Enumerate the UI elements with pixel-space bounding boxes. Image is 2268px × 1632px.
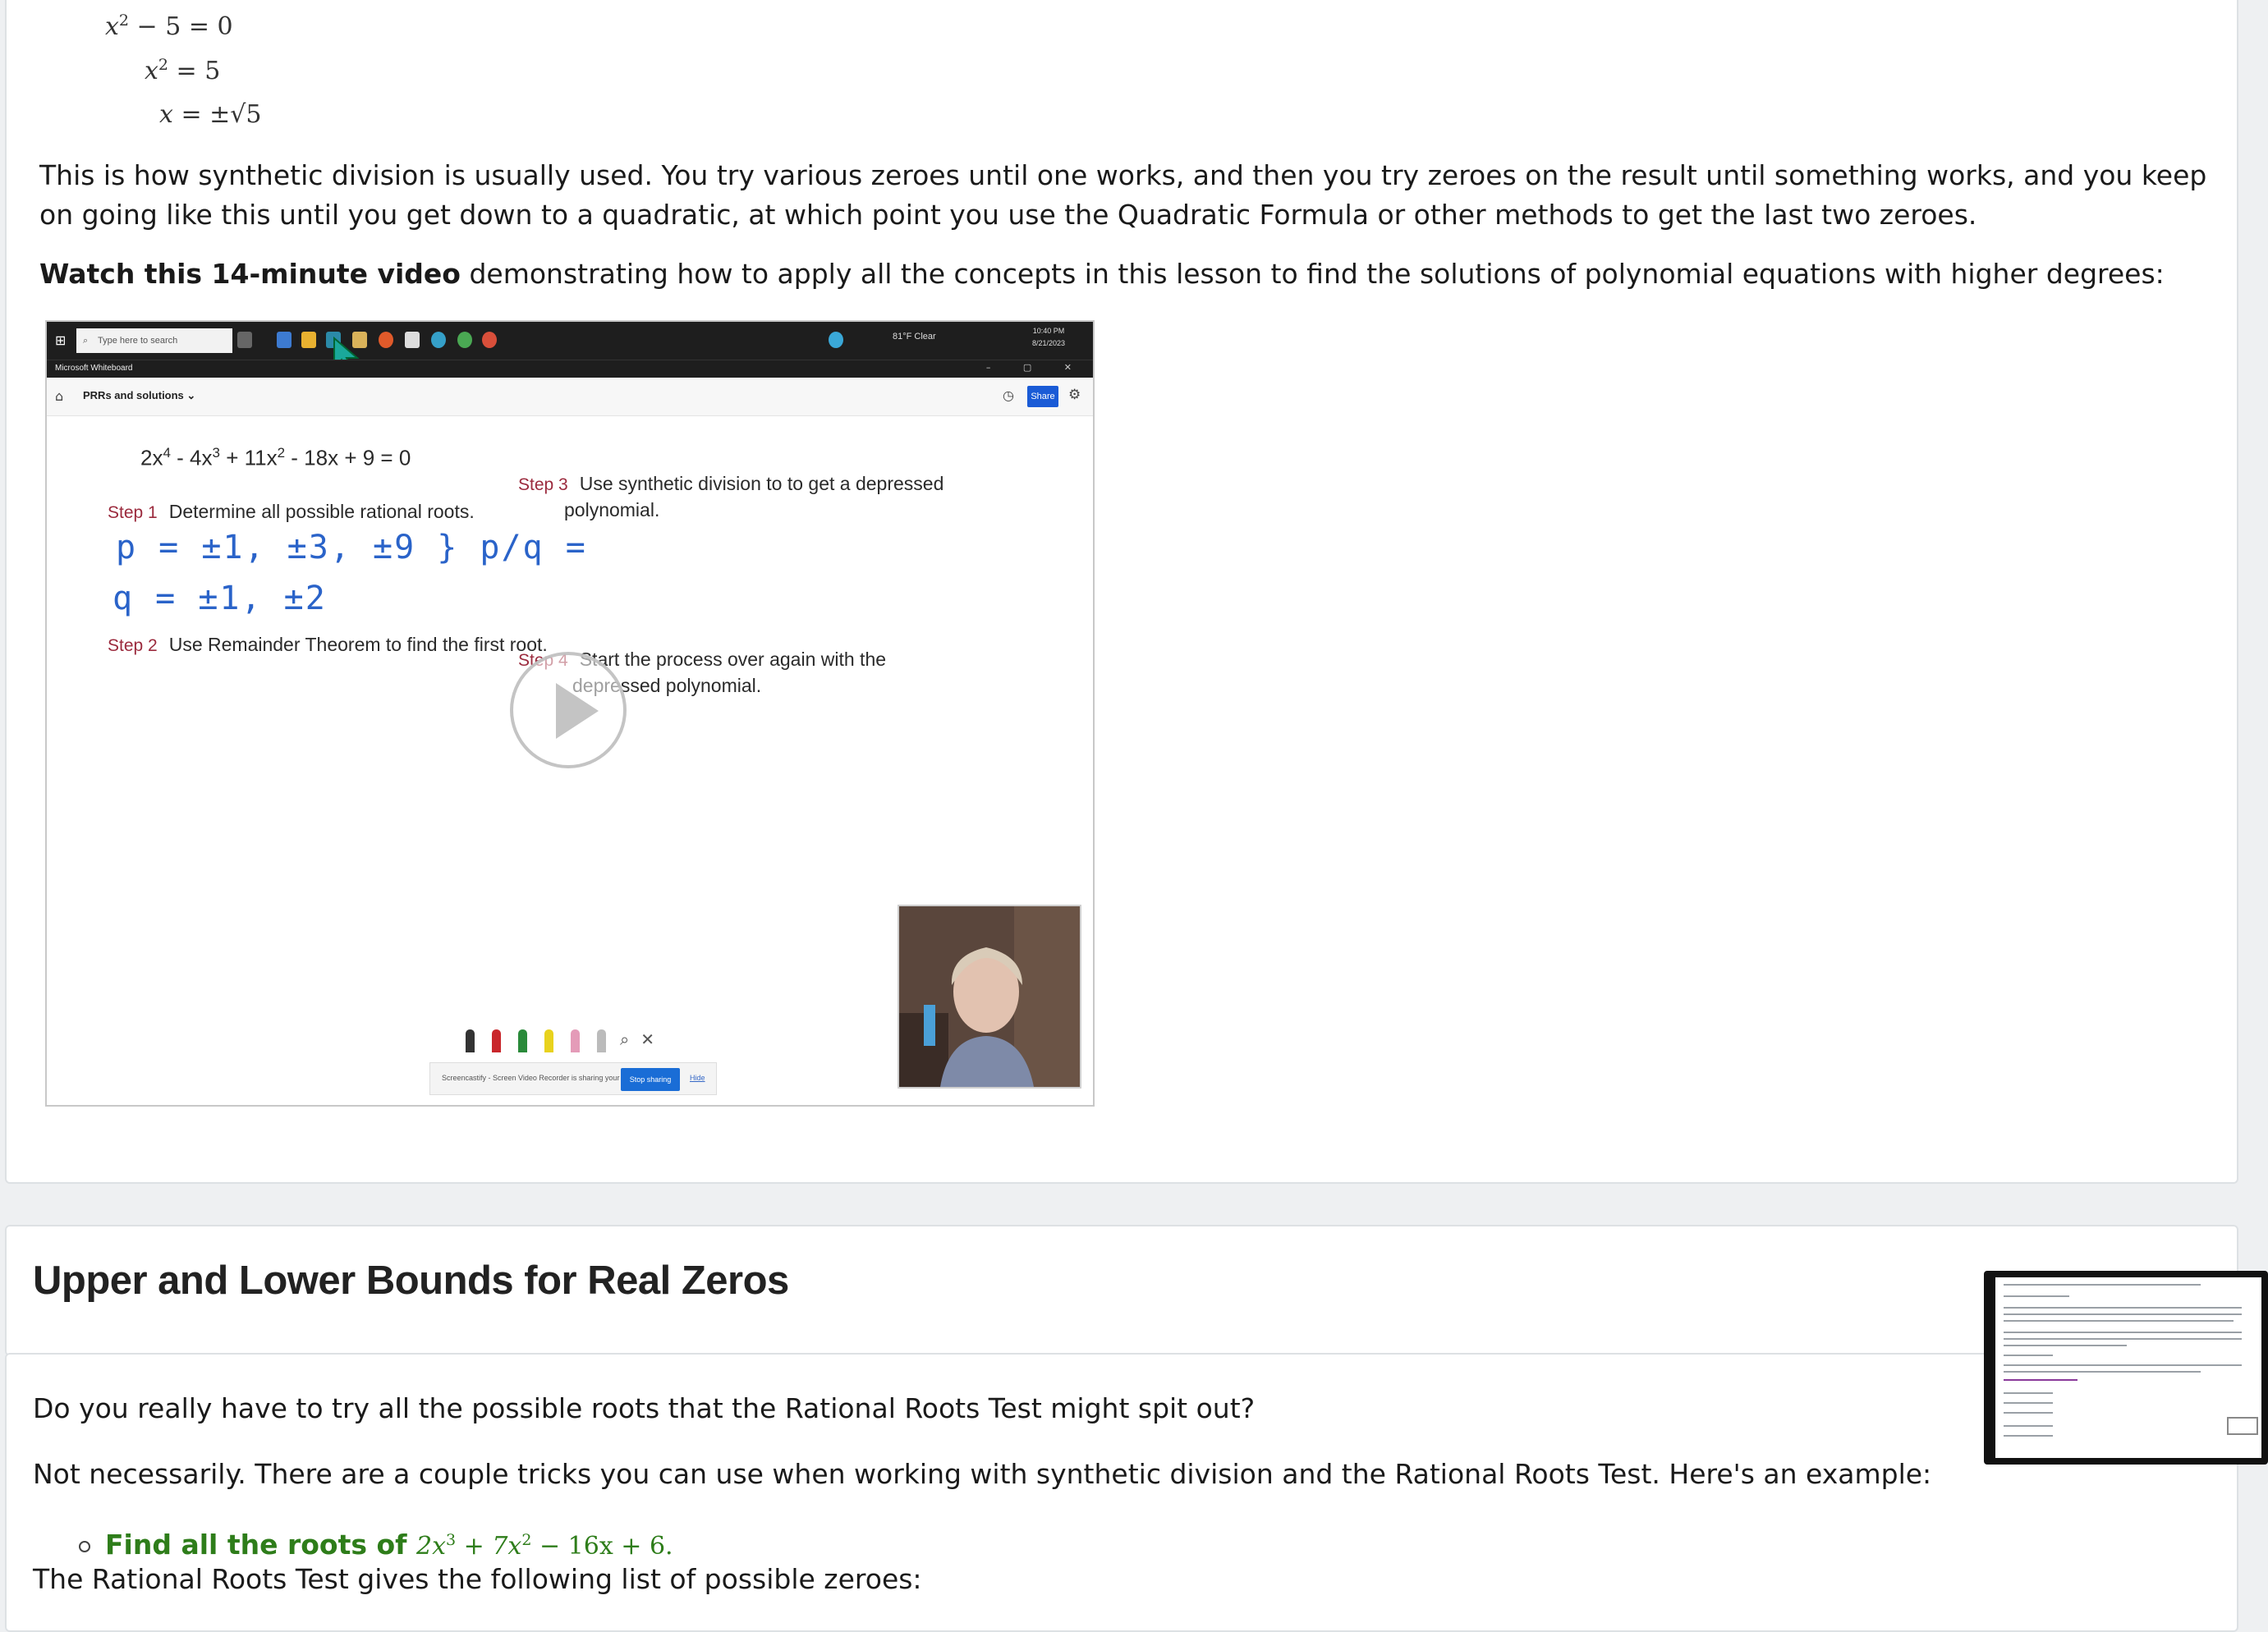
preview-line — [2004, 1402, 2053, 1404]
handwritten-q-values: q = ±1, ±2 — [112, 580, 327, 617]
section-heading: Upper and Lower Bounds for Real Zeros — [33, 1258, 789, 1303]
highlighter-pink-icon — [571, 1029, 580, 1052]
example-expression: 2x3 + 7x2 − 16x + 6. — [416, 1531, 673, 1561]
task-view-icon — [237, 332, 252, 348]
highlighter-yellow-icon — [544, 1029, 553, 1052]
screen-share-bar: Screencastify - Screen Video Recorder is… — [429, 1062, 717, 1095]
paragraph-watch-video: Watch this 14-minute video demonstrating… — [39, 254, 2215, 294]
preview-line — [2004, 1425, 2053, 1427]
calendar-icon — [405, 332, 420, 348]
webcam-overlay — [898, 905, 1081, 1089]
mail-icon — [277, 332, 292, 348]
gear-icon: ⚙ — [1068, 387, 1081, 403]
math-line-3: x = ±√5 — [159, 100, 262, 129]
lasso-icon: ⌕ — [620, 1029, 641, 1049]
page-preview-content — [1995, 1277, 2261, 1458]
eraser-icon — [597, 1029, 606, 1052]
preview-line — [2004, 1355, 2053, 1356]
preview-line — [2004, 1307, 2242, 1309]
play-button[interactable] — [510, 652, 627, 768]
step-2: Step 2 Use Remainder Theorem to find the … — [108, 634, 548, 655]
preview-line — [2004, 1412, 2053, 1414]
paragraph-rrt-list: The Rational Roots Test gives the follow… — [33, 1563, 922, 1595]
pen-green-icon — [518, 1029, 527, 1052]
firefox-icon — [379, 332, 393, 348]
hide-link: Hide — [690, 1074, 705, 1082]
preview-viewport-box[interactable] — [2227, 1417, 2258, 1435]
bullet-icon — [79, 1540, 90, 1552]
search-icon: ⌕ — [83, 336, 89, 346]
handwritten-p-values: p = ±1, ±3, ±9 } p/q = — [116, 529, 587, 566]
page-preview-thumbnail[interactable] — [1984, 1271, 2268, 1465]
pen-black-icon — [466, 1029, 475, 1052]
whiteboard-titlebar: Microsoft Whiteboard – ▢ ✕ — [47, 360, 1093, 378]
close-icon: ✕ — [640, 1029, 666, 1049]
home-icon: ⌂ — [55, 388, 64, 404]
paragraph-not-necessarily: Not necessarily. There are a couple tric… — [33, 1458, 1932, 1490]
preview-line — [2004, 1345, 2127, 1346]
video-player[interactable]: ⊞ ⌕ Type here to search 81°F Clear 10:40… — [45, 320, 1095, 1107]
edge-taskbar-icon — [829, 332, 843, 348]
whiteboard-equation: 2x4 - 4x3 + 11x2 - 18x + 9 = 0 — [140, 445, 411, 470]
preview-line — [2004, 1295, 2069, 1297]
preview-line — [2004, 1284, 2201, 1286]
preview-line — [2004, 1313, 2242, 1315]
board-name: PRRs and solutions ⌄ — [83, 389, 196, 401]
pen-red-icon — [492, 1029, 501, 1052]
play-icon — [556, 683, 599, 739]
taskbar-clock: 10:40 PM 8/21/2023 — [1032, 327, 1066, 347]
preview-line — [2004, 1379, 2077, 1381]
math-line-2: x2 = 5 — [145, 56, 221, 85]
preview-line — [2004, 1338, 2242, 1340]
step-3: Step 3 Use synthetic division to to get a… — [518, 473, 944, 520]
preview-line — [2004, 1435, 2053, 1437]
preview-line — [2004, 1320, 2234, 1322]
paragraph-question: Do you really have to try all the possib… — [33, 1392, 1256, 1424]
window-controls: – ▢ ✕ — [985, 362, 1086, 373]
preview-line — [2004, 1364, 2242, 1366]
preview-line — [2004, 1332, 2242, 1333]
windows-start-icon: ⊞ — [55, 332, 67, 348]
preview-line — [2004, 1392, 2053, 1394]
pen-toolbar — [466, 1029, 623, 1054]
whiteboard-share-button: Share — [1027, 386, 1058, 407]
step-1: Step 1 Determine all possible rational ro… — [108, 501, 475, 522]
watch-video-rest: demonstrating how to apply all the conce… — [460, 258, 2165, 290]
edge-icon — [431, 332, 446, 348]
presenter-webcam-image — [899, 906, 1080, 1087]
chrome-icon — [457, 332, 472, 348]
stop-sharing-button: Stop sharing — [621, 1068, 680, 1091]
math-line-1: x2 − 5 = 0 — [105, 11, 233, 41]
preview-line — [2004, 1371, 2201, 1373]
taskbar-search: ⌕ Type here to search — [76, 328, 232, 353]
whiteboard-toolbar: ⌂ PRRs and solutions ⌄ ◷ Share ⚙ — [47, 378, 1093, 416]
paragraph-synthetic-division: This is how synthetic division is usuall… — [39, 159, 2207, 231]
weather-widget: 81°F Clear — [893, 332, 936, 342]
screencastify-icon — [482, 332, 497, 348]
sticky-notes-icon — [301, 332, 316, 348]
timer-icon: ◷ — [1003, 387, 1014, 403]
pen-tools: ⌕✕ — [620, 1029, 666, 1049]
windows-taskbar: ⊞ ⌕ Type here to search 81°F Clear 10:40… — [47, 322, 1093, 374]
lesson-card: x2 − 5 = 0 x2 = 5 x = ±√5 This is how sy… — [5, 0, 2238, 1184]
watch-video-bold: Watch this 14-minute video — [39, 258, 461, 290]
